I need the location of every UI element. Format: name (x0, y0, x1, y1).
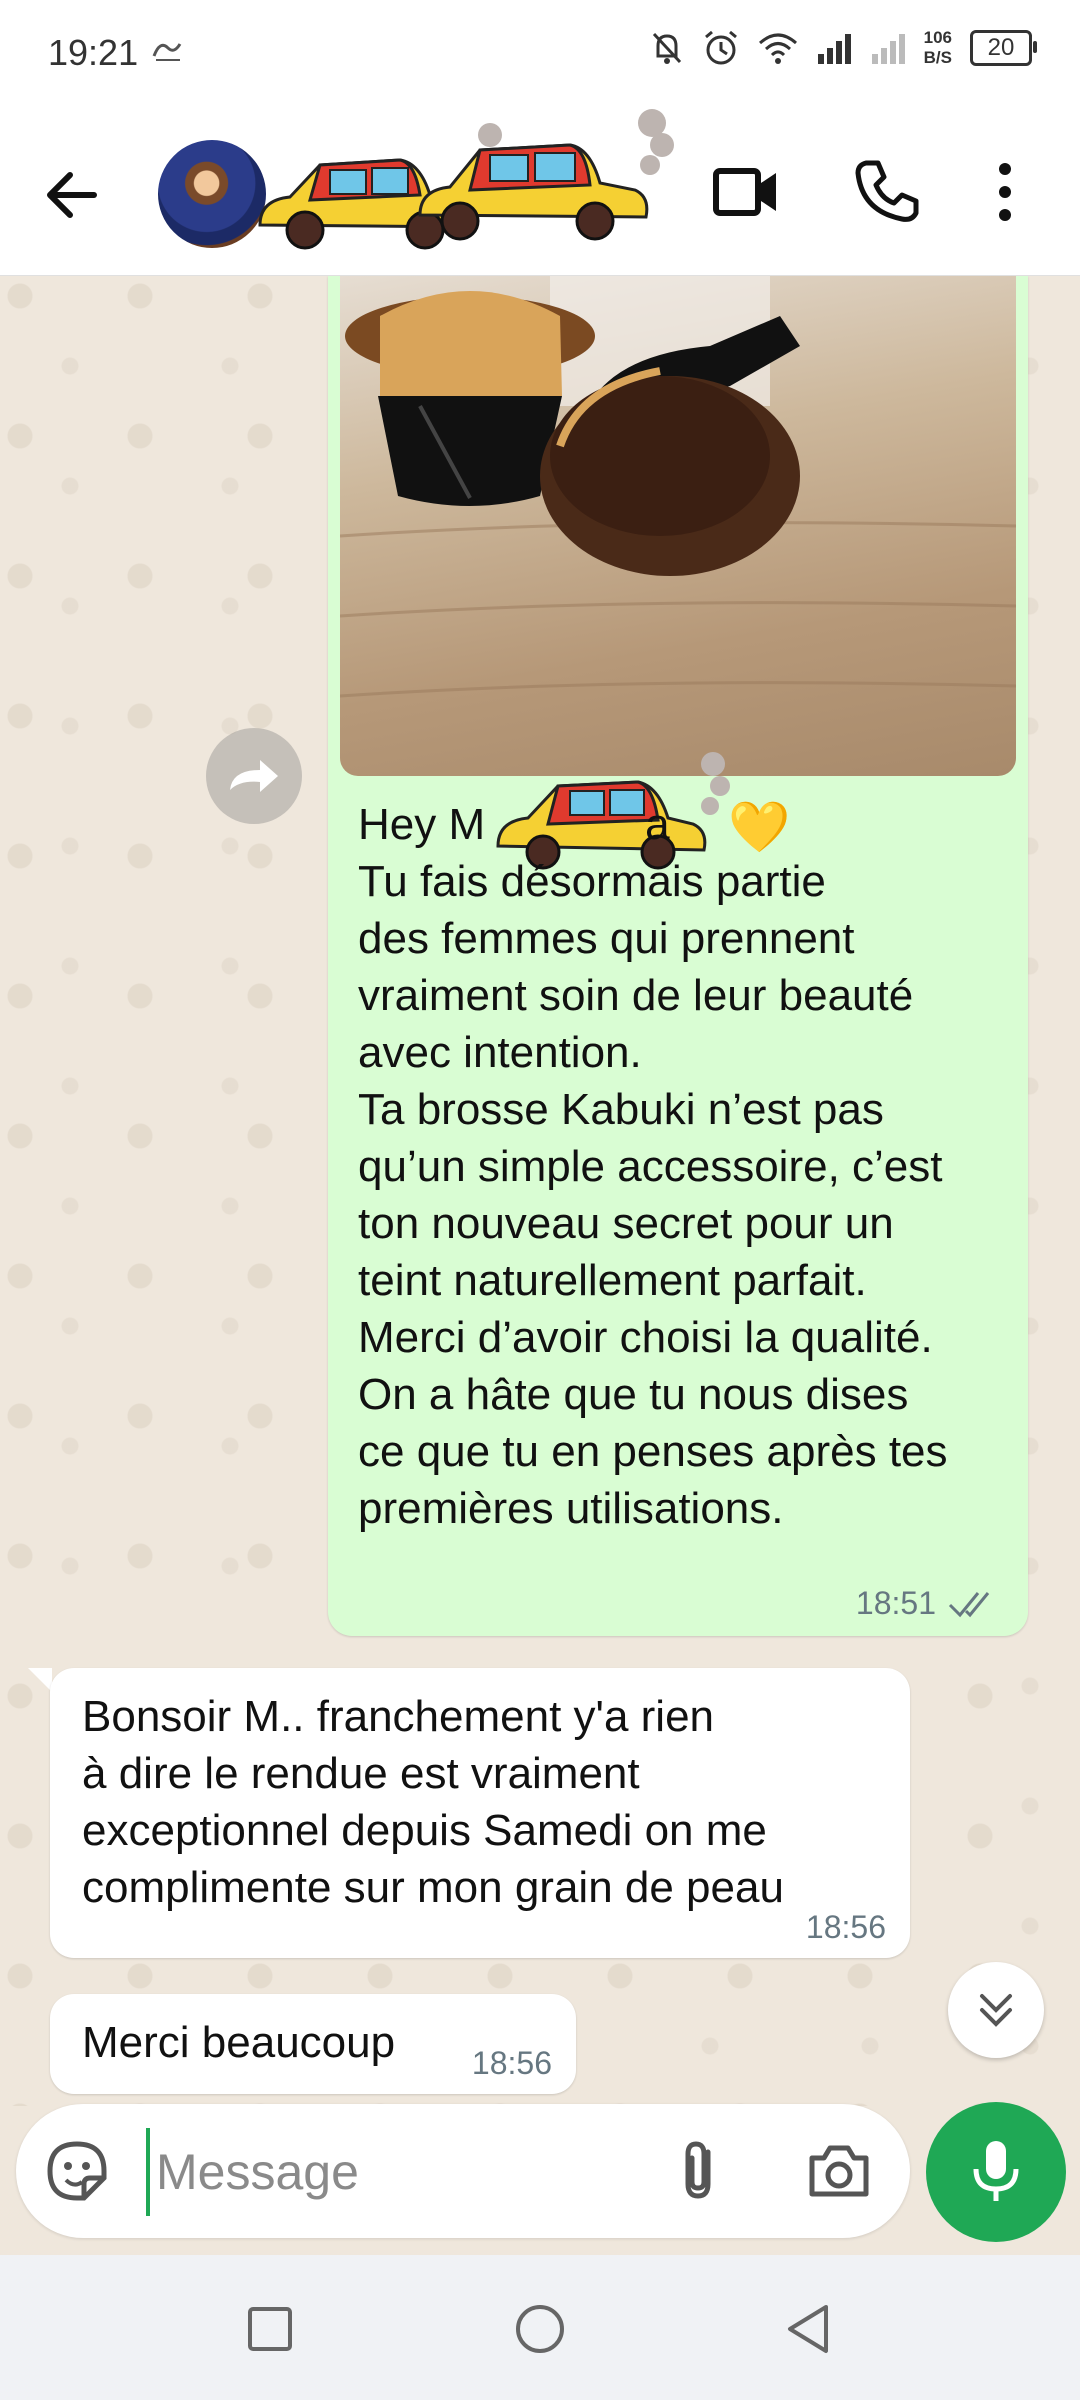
status-bar: 19:21 106 B/S 20 (0, 0, 1080, 105)
car-sticker-overlay (258, 109, 674, 250)
message-body: Tu fais désormais partie des femmes qui … (358, 857, 948, 1533)
greeting-end: a (645, 800, 670, 849)
double-check-icon (948, 1591, 990, 1617)
forward-icon (230, 760, 278, 792)
outgoing-message[interactable]: Hey M a Tu fais désormais partie des femm… (328, 276, 1028, 1636)
wifi-icon (758, 33, 797, 64)
microphone-icon (973, 2141, 1019, 2201)
video-call-icon[interactable] (712, 157, 782, 227)
message-time: 18:56 (471, 2045, 552, 2081)
photo-content (340, 276, 1016, 698)
more-vert-icon[interactable] (980, 157, 1030, 227)
incoming-message-text: Merci beaucoup (82, 2018, 396, 2067)
chat-header (0, 105, 1080, 276)
data-saver-icon (152, 43, 182, 61)
back-triangle-icon[interactable] (778, 2299, 838, 2359)
status-time: 19:21 (48, 32, 139, 73)
system-navigation-bar (0, 2255, 1080, 2400)
voice-record-button[interactable] (926, 2102, 1066, 2242)
incoming-message[interactable]: Merci beaucoup 18:56 (50, 1994, 576, 2094)
signal-2-icon (871, 34, 905, 64)
greeting-line: Hey M a (358, 796, 1018, 853)
incoming-message[interactable]: Bonsoir M.. franchement y'a rien à dire … (50, 1668, 910, 1958)
attach-icon[interactable] (668, 2138, 734, 2204)
mute-bell-icon (652, 32, 681, 64)
back-arrow-icon[interactable] (38, 160, 108, 230)
message-meta: 18:51 (856, 1585, 1000, 1622)
home-circle-icon[interactable] (510, 2299, 570, 2359)
network-speed: 106 B/S (924, 28, 952, 68)
camera-icon[interactable] (806, 2138, 872, 2204)
yellow-heart-emoji: 💛 (728, 799, 791, 855)
speed-value: 106 (923, 28, 952, 47)
battery-indicator: 20 (970, 30, 1037, 66)
recents-square-icon[interactable] (240, 2299, 300, 2359)
chat-area[interactable]: Hey M a Tu fais désormais partie des femm… (0, 276, 1080, 2106)
forward-button[interactable] (206, 728, 302, 824)
message-time: 18:51 (855, 1585, 936, 1621)
sticker-icon[interactable] (44, 2138, 110, 2204)
double-chevron-down-icon (980, 1994, 1012, 2027)
signal-icon (817, 34, 851, 64)
phone-icon[interactable] (852, 157, 922, 227)
incoming-message-text: Bonsoir M.. franchement y'a rien à dire … (82, 1692, 784, 1912)
battery-level: 20 (987, 34, 1015, 61)
outgoing-message-text: Hey M a Tu fais désormais partie des femm… (358, 796, 1018, 1537)
speed-unit: B/S (923, 48, 952, 67)
scroll-to-bottom-button[interactable] (948, 1962, 1044, 2058)
message-composer (16, 2104, 910, 2238)
message-input[interactable] (146, 2128, 658, 2216)
alarm-icon (704, 30, 737, 65)
kabuki-brush-photo[interactable] (340, 276, 1016, 776)
greeting-start: Hey M (358, 800, 486, 849)
bubble-tail (28, 1668, 52, 1692)
message-time: 18:56 (805, 1909, 886, 1945)
